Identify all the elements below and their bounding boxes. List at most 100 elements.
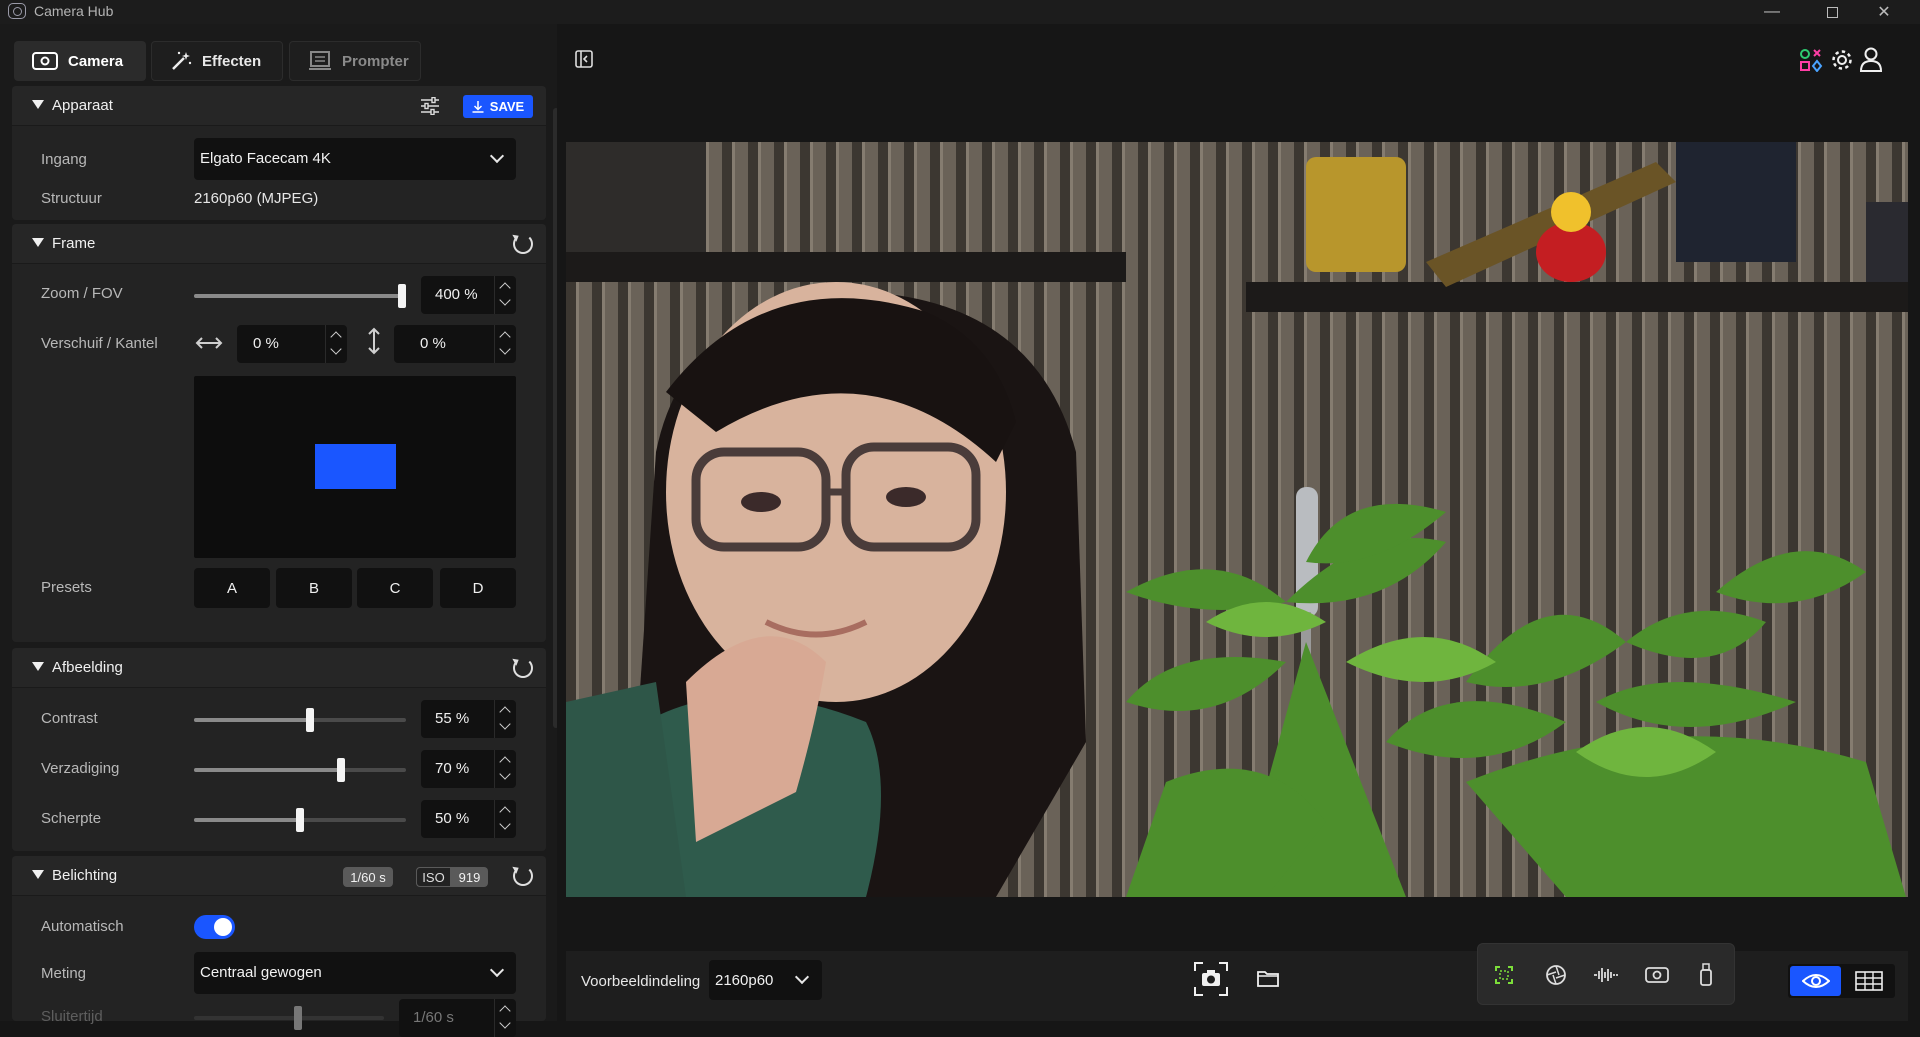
reset-icon[interactable] <box>513 234 533 254</box>
image-section-header[interactable]: Afbeelding <box>12 648 546 688</box>
contrast-slider-thumb[interactable] <box>306 708 314 732</box>
decrement-icon[interactable] <box>499 294 511 306</box>
pan-value: 0 % <box>253 335 279 352</box>
app-logo-icon <box>8 3 26 19</box>
image-section-title: Afbeelding <box>52 659 123 676</box>
shutter-label: Sluitertijd <box>41 1008 103 1025</box>
camera-device-icon[interactable] <box>1645 965 1669 985</box>
decrement-icon[interactable] <box>499 768 511 780</box>
sharpness-slider[interactable] <box>194 808 406 832</box>
increment-icon[interactable] <box>499 282 511 294</box>
zoom-stepper[interactable]: 400 % <box>421 276 516 314</box>
presets-label: Presets <box>41 579 92 596</box>
collapse-triangle-icon[interactable] <box>32 238 44 247</box>
sharpness-label: Scherpte <box>41 810 102 827</box>
saturation-stepper[interactable]: 70 % <box>421 750 516 788</box>
zoom-label: Zoom / FOV <box>41 285 123 302</box>
sharpness-slider-thumb[interactable] <box>296 808 304 832</box>
frame-section-header[interactable]: Frame <box>12 224 546 264</box>
zoom-slider[interactable] <box>194 284 406 308</box>
increment-icon[interactable] <box>499 331 511 343</box>
aperture-icon[interactable] <box>1545 964 1567 986</box>
maximize-button[interactable] <box>1804 0 1860 24</box>
decrement-icon[interactable] <box>499 1017 511 1029</box>
contrast-stepper[interactable]: 55 % <box>421 700 516 738</box>
device-section-header[interactable]: Apparaat SAVE <box>12 86 546 126</box>
auto-framing-icon[interactable] <box>1494 965 1514 985</box>
reset-icon[interactable] <box>513 658 533 678</box>
increment-icon[interactable] <box>499 1005 511 1017</box>
preview-format-dropdown[interactable]: 2160p60 <box>709 960 822 1000</box>
input-label: Ingang <box>41 151 87 168</box>
saturation-slider[interactable] <box>194 758 406 782</box>
gear-icon[interactable] <box>1830 48 1854 72</box>
zoom-slider-thumb[interactable] <box>398 284 406 308</box>
quick-settings-tray <box>1477 943 1735 1005</box>
increment-icon[interactable] <box>499 706 511 718</box>
minimize-button[interactable]: — <box>1744 0 1800 24</box>
grid-overlay-toggle[interactable] <box>1844 966 1893 996</box>
save-button[interactable]: SAVE <box>463 95 533 118</box>
increment-icon[interactable] <box>499 806 511 818</box>
title-bar: Camera Hub — ✕ <box>0 0 1920 24</box>
decrement-icon[interactable] <box>499 343 511 355</box>
decrement-icon[interactable] <box>499 818 511 830</box>
shutter-slider[interactable] <box>194 1006 384 1030</box>
collapse-triangle-icon[interactable] <box>32 870 44 879</box>
increment-icon[interactable] <box>499 756 511 768</box>
reset-icon[interactable] <box>513 866 533 886</box>
decrement-icon[interactable] <box>330 343 342 355</box>
apps-grid-icon[interactable] <box>1799 48 1823 72</box>
preset-a-button[interactable]: A <box>194 568 270 608</box>
device-section-title: Apparaat <box>52 97 113 114</box>
shutter-value: 1/60 s <box>413 1009 454 1026</box>
grid-icon <box>1854 971 1883 991</box>
download-icon <box>472 100 484 113</box>
frame-position-pad[interactable] <box>194 376 516 558</box>
auto-exposure-toggle[interactable] <box>194 915 235 939</box>
sharpness-value: 50 % <box>435 810 470 827</box>
collapse-triangle-icon[interactable] <box>32 100 44 109</box>
exposure-section-title: Belichting <box>52 867 118 884</box>
contrast-value: 55 % <box>435 710 470 727</box>
collapse-panel-icon[interactable] <box>575 50 593 68</box>
audio-waveform-icon[interactable] <box>1593 966 1619 984</box>
user-account-icon[interactable] <box>1859 46 1883 72</box>
vertical-arrows-icon <box>368 327 380 355</box>
prompter-icon <box>309 51 331 70</box>
pan-stepper[interactable]: 0 % <box>237 325 347 363</box>
saturation-slider-thumb[interactable] <box>337 758 345 782</box>
tilt-stepper[interactable]: 0 % <box>394 325 516 363</box>
contrast-slider[interactable] <box>194 708 406 732</box>
shutter-slider-thumb[interactable] <box>294 1006 302 1030</box>
tab-prompter-label: Prompter <box>342 52 409 70</box>
preview-visible-toggle[interactable] <box>1790 966 1841 996</box>
chevron-down-icon <box>489 962 505 978</box>
collapse-triangle-icon[interactable] <box>32 662 44 671</box>
preset-c-button[interactable]: C <box>357 568 433 608</box>
input-dropdown[interactable]: Elgato Facecam 4K <box>194 138 516 180</box>
shutter-stepper[interactable]: 1/60 s <box>399 999 516 1037</box>
close-button[interactable]: ✕ <box>1856 0 1912 24</box>
tab-camera[interactable]: Camera <box>14 41 146 81</box>
increment-icon[interactable] <box>330 331 342 343</box>
sliders-icon[interactable] <box>420 97 440 115</box>
chevron-down-icon <box>794 969 810 985</box>
toggle-knob <box>214 918 232 936</box>
tab-effects-label: Effecten <box>202 52 262 70</box>
snapshot-icon[interactable] <box>1193 961 1229 997</box>
preset-b-button[interactable]: B <box>276 568 352 608</box>
camera-preview[interactable] <box>566 142 1908 897</box>
usb-device-icon[interactable] <box>1698 963 1714 987</box>
exposure-section-header[interactable]: Belichting 1/60 s ISO 919 <box>12 856 546 896</box>
view-toggle-group <box>1788 964 1895 998</box>
metering-dropdown[interactable]: Centraal gewogen <box>194 952 516 994</box>
sharpness-stepper[interactable]: 50 % <box>421 800 516 838</box>
tab-prompter[interactable]: Prompter <box>289 41 421 81</box>
folder-icon[interactable] <box>1257 969 1279 987</box>
decrement-icon[interactable] <box>499 718 511 730</box>
frame-position-indicator[interactable] <box>315 444 396 489</box>
tab-effects[interactable]: Effecten <box>151 41 283 81</box>
preset-d-button[interactable]: D <box>440 568 516 608</box>
save-button-label: SAVE <box>489 99 525 114</box>
